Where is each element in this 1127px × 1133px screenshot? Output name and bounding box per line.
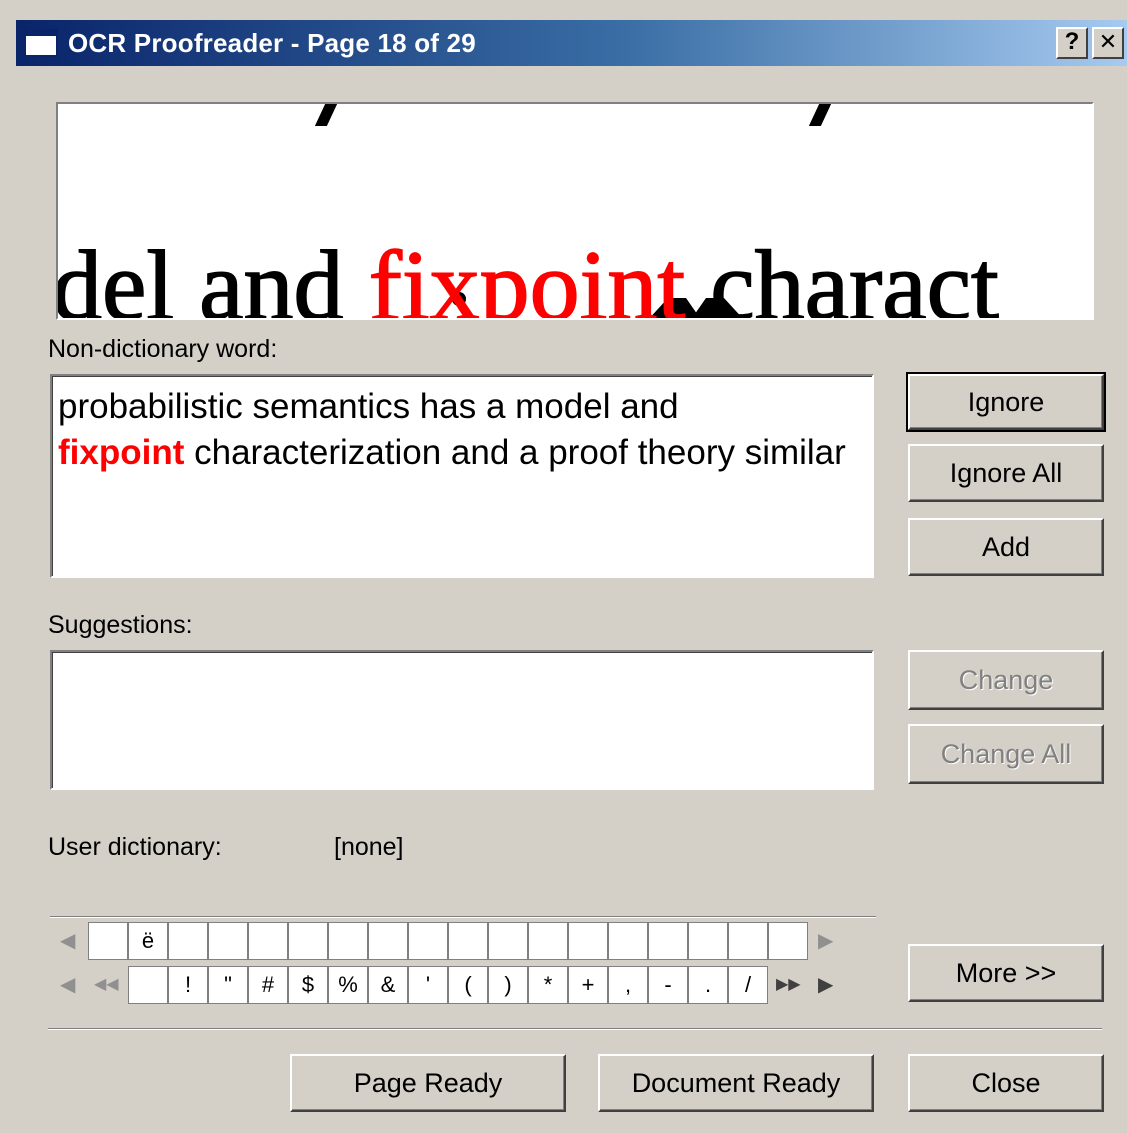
char-grid-row-2-cell[interactable]: ,	[608, 966, 648, 1004]
char-grid-row-1-cell[interactable]	[368, 922, 408, 960]
title-bar[interactable]: OCR Proofreader - Page 18 of 29 ? ✕	[16, 20, 1127, 66]
char-grid-row-2-cell[interactable]: &	[368, 966, 408, 1004]
first-page-arrow-icon[interactable]: ◀◀	[94, 966, 119, 1004]
char-grid-row-1-cell[interactable]	[288, 922, 328, 960]
add-button[interactable]: Add	[908, 518, 1104, 576]
change-all-button[interactable]: Change All	[908, 724, 1104, 784]
more-button[interactable]: More >>	[908, 944, 1104, 1002]
char-grid-row-2-cell[interactable]: !	[168, 966, 208, 1004]
char-grid-row-2-cell[interactable]	[128, 966, 168, 1004]
ocr-text-before: del and	[56, 230, 369, 320]
close-window-button[interactable]: ✕	[1092, 27, 1124, 59]
ignore-all-button-label: Ignore All	[949, 458, 1063, 488]
ocr-text-line: del and fixpoint charact	[58, 235, 1000, 318]
char-grid-row-2-cell[interactable]: "	[208, 966, 248, 1004]
context-highlighted-word: fixpoint	[58, 433, 185, 472]
char-grid-row-1-cell[interactable]	[408, 922, 448, 960]
scroll-left-arrow-icon[interactable]: ◀	[60, 922, 75, 960]
bottom-divider	[48, 1028, 1102, 1030]
character-grid: ◀ ▶ ◀ ◀◀ ▶▶ ▶ ë ! " # $% & '() * +, -. /	[50, 922, 876, 1004]
char-grid-row-2-cell[interactable]: '	[408, 966, 448, 1004]
char-grid-row-2-cell[interactable]: %	[328, 966, 368, 1004]
char-grid-divider	[50, 916, 876, 918]
descender-fragment	[314, 104, 338, 126]
char-grid-row-2-cell[interactable]: (	[448, 966, 488, 1004]
char-grid-row-1-cell[interactable]	[648, 922, 688, 960]
char-grid-row-2-cell[interactable]: -	[648, 966, 688, 1004]
char-grid-row-1-cell[interactable]	[248, 922, 288, 960]
page-ready-button-label: Page Ready	[353, 1068, 503, 1098]
window-title: OCR Proofreader - Page 18 of 29	[68, 28, 476, 58]
char-grid-row-2-cell[interactable]: +	[568, 966, 608, 1004]
change-all-button-label: Change All	[940, 739, 1072, 769]
context-text-after: characterization and a proof theory simi…	[184, 433, 846, 472]
change-button-label: Change	[958, 665, 1054, 695]
char-grid-row-1-cell[interactable]	[528, 922, 568, 960]
char-grid-row-2-cell[interactable]: )	[488, 966, 528, 1004]
ocr-text-after: charact	[685, 230, 999, 320]
page-ready-button[interactable]: Page Ready	[290, 1054, 566, 1112]
char-grid-row-1-cell[interactable]: ë	[128, 922, 168, 960]
suggestions-list[interactable]	[50, 650, 874, 790]
descender-fragment	[808, 104, 832, 126]
close-button[interactable]: Close	[908, 1054, 1104, 1112]
ignore-button-label: Ignore	[967, 387, 1045, 417]
row2-right-arrow-icon[interactable]: ▶	[818, 966, 833, 1004]
char-grid-row-1-cell[interactable]	[768, 922, 808, 960]
char-grid-row-1-cell[interactable]	[688, 922, 728, 960]
row2-left-arrow-icon[interactable]: ◀	[60, 966, 75, 1004]
nondict-label: Non-dictionary word:	[48, 335, 278, 363]
last-page-arrow-icon[interactable]: ▶▶	[776, 966, 801, 1004]
more-button-label: More >>	[955, 958, 1057, 988]
user-dictionary-value: [none]	[334, 833, 404, 861]
ocr-highlighted-word: fixpoint	[368, 230, 686, 320]
char-grid-row-1-cell[interactable]	[568, 922, 608, 960]
user-dictionary-label: User dictionary:	[48, 833, 222, 861]
char-grid-row-1-cell[interactable]	[608, 922, 648, 960]
document-ready-button-label: Document Ready	[631, 1068, 841, 1098]
help-button[interactable]: ?	[1056, 27, 1088, 59]
char-grid-row-1-cell[interactable]	[328, 922, 368, 960]
char-grid-row-1-cell[interactable]	[168, 922, 208, 960]
context-text-box[interactable]: probabilistic semantics has a model and f…	[50, 374, 874, 578]
char-grid-row-1-cell[interactable]	[488, 922, 528, 960]
ignore-button[interactable]: Ignore	[906, 372, 1106, 432]
ignore-all-button[interactable]: Ignore All	[908, 444, 1104, 502]
add-button-label: Add	[981, 532, 1031, 562]
char-grid-row-1-cell[interactable]	[208, 922, 248, 960]
document-ready-button[interactable]: Document Ready	[598, 1054, 874, 1112]
char-grid-row-2-cell[interactable]: .	[688, 966, 728, 1004]
change-button[interactable]: Change	[908, 650, 1104, 710]
char-grid-row-1-cell[interactable]	[88, 922, 128, 960]
suggestions-label: Suggestions:	[48, 611, 193, 639]
scroll-right-arrow-icon[interactable]: ▶	[818, 922, 833, 960]
char-grid-row-2-cell[interactable]: $	[288, 966, 328, 1004]
ocr-image-preview: del and fixpoint charact	[56, 102, 1094, 320]
char-grid-row-1-cell[interactable]	[448, 922, 488, 960]
char-grid-row-2-cell[interactable]: /	[728, 966, 768, 1004]
window-icon	[24, 29, 58, 57]
context-text-before: probabilistic semantics has a model and	[58, 387, 679, 426]
char-grid-row-2-cell[interactable]: *	[528, 966, 568, 1004]
char-grid-row-1-cell[interactable]	[728, 922, 768, 960]
close-button-label: Close	[971, 1068, 1041, 1098]
char-grid-row-2-cell[interactable]: #	[248, 966, 288, 1004]
